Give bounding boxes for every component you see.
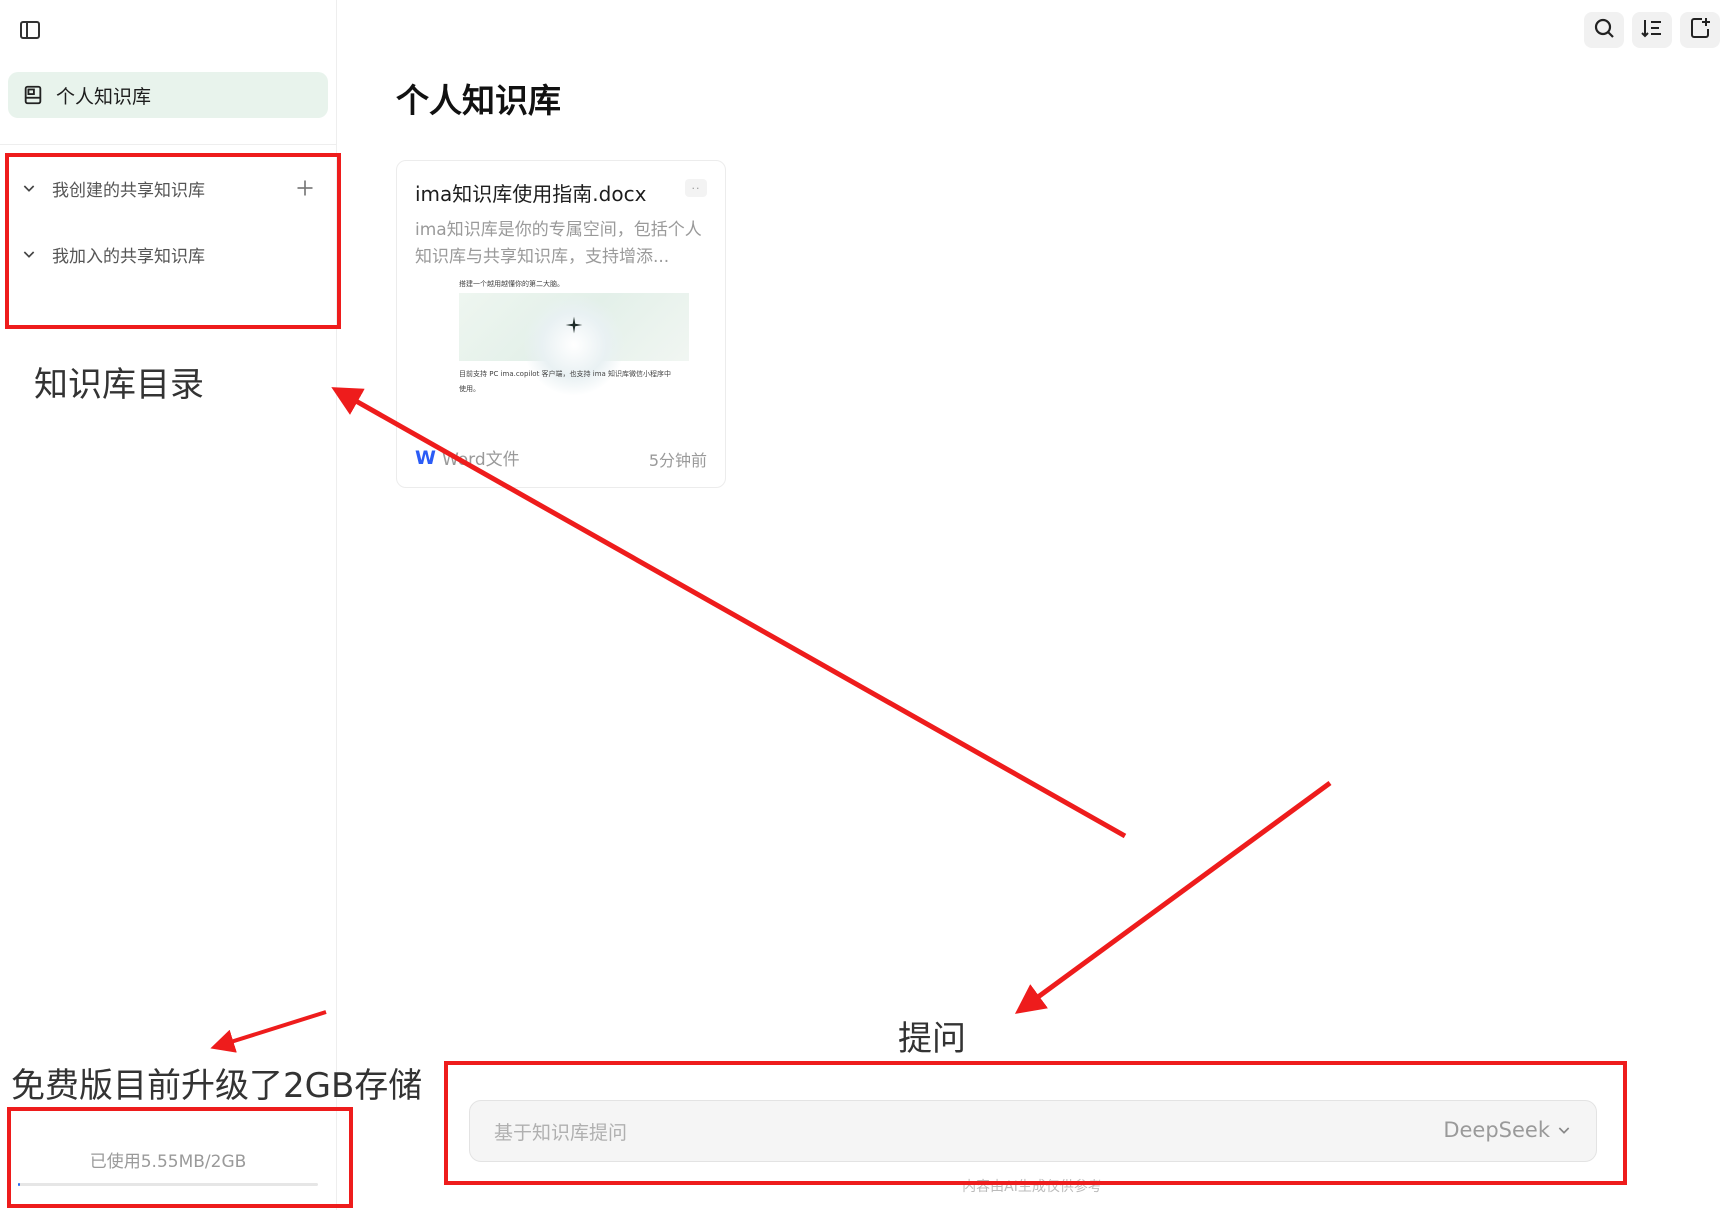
more-options-icon[interactable]: ·· <box>685 179 707 197</box>
file-type: W Word文件 <box>415 445 520 471</box>
preview-text: 目前支持 PC ima.copilot 客户端，也支持 ima 知识库微信小程序… <box>459 370 672 378</box>
preview-image <box>459 293 689 395</box>
annotation-ask: 提问 <box>898 1019 966 1059</box>
add-note-button[interactable] <box>1680 12 1720 48</box>
annotation-box-kb-directory <box>5 153 341 329</box>
annotation-box-storage <box>7 1107 353 1208</box>
sidebar-toggle-icon[interactable] <box>16 16 44 44</box>
sidebar-item-personal-kb[interactable]: 个人知识库 <box>8 72 328 118</box>
page-title: 个人知识库 <box>396 81 561 120</box>
document-description: ima知识库是你的专属空间，包括个人知识库与共享知识库，支持增添... <box>415 220 702 267</box>
search-icon <box>1592 16 1616 44</box>
file-type-label: Word文件 <box>441 450 520 470</box>
document-title: ima知识库使用指南.docx <box>415 182 647 206</box>
annotation-storage: 免费版目前升级了2GB存储 <box>11 1066 423 1106</box>
preview-text: 使用。 <box>459 385 480 393</box>
search-button[interactable] <box>1584 12 1624 48</box>
document-card[interactable]: ima知识库使用指南.docx ·· ima知识库是你的专属空间，包括个人知识库… <box>396 160 726 488</box>
add-note-icon <box>1688 16 1712 44</box>
document-time: 5分钟前 <box>648 451 707 470</box>
sort-icon <box>1640 16 1664 44</box>
annotation-kb-directory: 知识库目录 <box>34 365 204 405</box>
sidebar-item-label: 个人知识库 <box>56 85 152 108</box>
knowledge-base-icon <box>20 82 46 108</box>
preview-text: 搭建一个越用越懂你的第二大脑。 <box>459 280 564 288</box>
annotation-box-ask <box>444 1061 1627 1185</box>
sidebar-divider <box>0 144 336 145</box>
document-preview: 搭建一个越用越懂你的第二大脑。 目前支持 PC ima.copilot 客户端，… <box>459 279 691 399</box>
word-file-icon: W <box>415 446 436 469</box>
sort-button[interactable] <box>1632 12 1672 48</box>
